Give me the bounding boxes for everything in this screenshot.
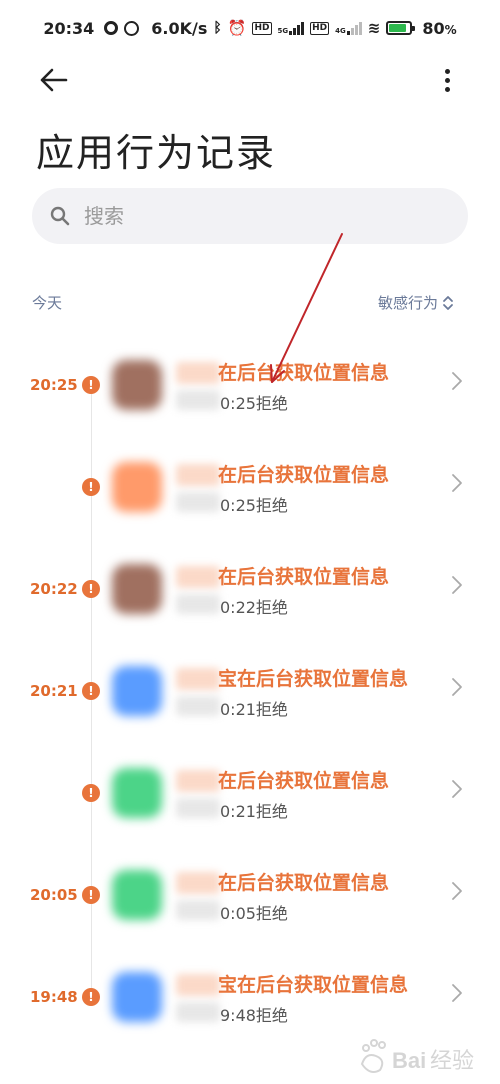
app-sub-redacted — [176, 390, 220, 410]
record-time: 20:05 — [30, 886, 78, 904]
record-status: 0:25拒绝 — [220, 496, 288, 515]
app-icon — [112, 564, 162, 614]
network-type-label: 5G — [277, 27, 289, 35]
alarm-icon: ⏰ — [227, 19, 247, 37]
app-icon — [112, 972, 162, 1022]
record-title: 在后台获取位置信息 — [218, 872, 390, 894]
chevron-right-icon — [452, 474, 462, 492]
record-time: 20:21 — [30, 682, 78, 700]
record-title: 在后台获取位置信息 — [218, 362, 390, 384]
record-status: 0:21拒绝 — [220, 700, 288, 719]
record-title: 在后台获取位置信息 — [218, 770, 390, 792]
record-status: 9:48拒绝 — [220, 1006, 288, 1025]
record-time: 20:25 — [30, 376, 78, 394]
filter-label: 敏感行为 — [378, 294, 439, 312]
app-icon — [112, 768, 162, 818]
record-status: 0:25拒绝 — [220, 394, 288, 413]
app-sub-redacted — [176, 492, 220, 512]
chevron-right-icon — [452, 678, 462, 696]
record-row[interactable]: 20:25 ! 在后台获取位置信息 0:25拒绝 — [0, 352, 500, 452]
search-icon — [50, 206, 70, 226]
clock: 20:34 — [43, 18, 95, 38]
battery-value: 80 — [422, 18, 445, 38]
gear-icon — [104, 21, 119, 35]
signal-4g-icon: 4G — [335, 21, 362, 35]
record-row[interactable]: 20:21 ! 宝在后台获取位置信息 0:21拒绝 — [0, 658, 500, 758]
more-dot-icon — [444, 86, 450, 92]
svg-text:经验: 经验 — [430, 1048, 474, 1073]
app-name-redacted — [176, 566, 220, 588]
record-title: 宝在后台获取位置信息 — [218, 974, 409, 996]
app-name-redacted — [176, 872, 220, 894]
back-button[interactable] — [36, 62, 72, 98]
record-status: 0:21拒绝 — [220, 802, 288, 821]
app-icon — [112, 360, 162, 410]
warning-icon: ! — [82, 886, 100, 904]
app-name-redacted — [176, 464, 220, 486]
sort-icon — [443, 295, 453, 310]
record-status: 0:22拒绝 — [220, 598, 288, 617]
status-bar: 20:34 6.0K/s ᛒ ⏰ HD 5G HD 4G ≋ 80% — [0, 0, 500, 56]
hd-badge: HD — [252, 21, 272, 35]
bluetooth-icon: ᛒ — [213, 20, 222, 36]
warning-icon: ! — [82, 580, 100, 598]
wifi-icon: ≋ — [367, 19, 381, 37]
network-type-label-2: 4G — [335, 27, 346, 35]
warning-icon: ! — [82, 376, 100, 394]
app-name-redacted — [176, 668, 220, 690]
search-input[interactable] — [84, 204, 424, 228]
more-options-button[interactable] — [432, 62, 462, 98]
record-row[interactable]: 20:22 ! 在后台获取位置信息 0:22拒绝 — [0, 556, 500, 656]
record-title: 宝在后台获取位置信息 — [218, 668, 409, 690]
app-icon — [112, 666, 162, 716]
navigation-icon — [124, 20, 140, 36]
app-sub-redacted — [176, 798, 220, 818]
warning-icon: ! — [82, 784, 100, 802]
chevron-right-icon — [452, 372, 462, 390]
baidu-watermark-logo: Bai 经验 — [360, 1039, 474, 1073]
app-icon — [112, 870, 162, 920]
app-sub-redacted — [176, 1002, 220, 1022]
chevron-right-icon — [452, 576, 462, 594]
day-label: 今天 — [32, 294, 63, 312]
record-row[interactable]: ! 在后台获取位置信息 0:25拒绝 — [0, 454, 500, 554]
record-row[interactable]: 20:05 ! 在后台获取位置信息 0:05拒绝 — [0, 862, 500, 962]
chevron-right-icon — [452, 882, 462, 900]
network-speed: 6.0K/s — [151, 18, 208, 38]
filter-dropdown[interactable]: 敏感行为 — [378, 292, 454, 313]
chevron-right-icon — [452, 780, 462, 798]
app-sub-redacted — [176, 594, 220, 614]
battery-icon — [386, 21, 416, 35]
battery-unit: % — [444, 22, 457, 37]
app-name-redacted — [176, 362, 220, 384]
warning-icon: ! — [82, 682, 100, 700]
arrow-left-icon — [40, 68, 68, 92]
record-title: 在后台获取位置信息 — [218, 464, 390, 486]
record-title: 在后台获取位置信息 — [218, 566, 390, 588]
hd-badge-2: HD — [310, 21, 330, 35]
signal-5g-icon: 5G — [278, 21, 305, 35]
app-sub-redacted — [176, 900, 220, 920]
battery-level: 80% — [422, 19, 456, 38]
app-sub-redacted — [176, 696, 220, 716]
more-dot-icon — [444, 77, 450, 83]
app-name-redacted — [176, 974, 220, 996]
app-icon — [112, 462, 162, 512]
svg-text:Bai: Bai — [392, 1048, 426, 1073]
warning-icon: ! — [82, 988, 100, 1006]
more-dot-icon — [444, 68, 450, 74]
warning-icon: ! — [82, 478, 100, 496]
page-title: 应用行为记录 — [36, 131, 277, 175]
chevron-right-icon — [452, 984, 462, 1002]
record-time: 19:48 — [30, 988, 78, 1006]
record-time: 20:22 — [30, 580, 78, 598]
search-bar[interactable] — [32, 188, 468, 244]
record-status: 0:05拒绝 — [220, 904, 288, 923]
app-name-redacted — [176, 770, 220, 792]
record-row[interactable]: ! 在后台获取位置信息 0:21拒绝 — [0, 760, 500, 860]
